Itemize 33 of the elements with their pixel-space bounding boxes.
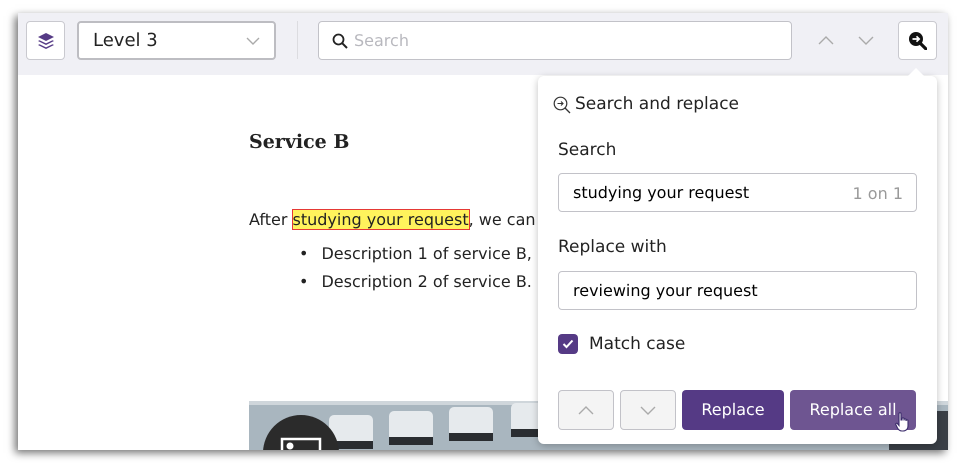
bullet: • — [299, 270, 308, 293]
bullet: • — [299, 242, 308, 265]
search-replace-button[interactable] — [898, 21, 937, 60]
field-label: Search — [558, 140, 616, 160]
checkbox[interactable] — [558, 334, 578, 354]
search-icon — [332, 33, 348, 49]
search-field[interactable]: Search — [318, 21, 792, 60]
list-item: Description 2 of service B. — [321, 270, 532, 293]
field-label: Replace with — [558, 237, 667, 257]
checkbox-label: Match case — [589, 332, 686, 356]
level-select[interactable]: Level 3 — [77, 21, 276, 60]
hand-cursor-icon — [895, 412, 909, 432]
previous-button[interactable] — [558, 390, 614, 430]
layers-button[interactable] — [26, 21, 65, 60]
list-item: Description 1 of service B, — [321, 242, 532, 265]
replace-button[interactable]: Replace — [682, 390, 784, 430]
search-icon — [908, 31, 927, 50]
chevron-up-icon — [818, 36, 834, 45]
chevron-down-icon — [640, 406, 656, 414]
match-count: 1 on 1 — [852, 183, 903, 205]
chevron-up-icon — [578, 406, 594, 414]
replace-input[interactable]: reviewing your request — [558, 270, 917, 310]
chevron-down-icon — [858, 36, 874, 45]
check-icon — [562, 339, 574, 350]
paragraph: After studying your request, we can — [249, 208, 536, 231]
chevron-down-icon — [246, 36, 260, 44]
replace-all-button[interactable]: Replace all — [790, 390, 916, 430]
next-button[interactable] — [620, 390, 676, 430]
search-icon — [553, 96, 571, 114]
section-heading: Service B — [249, 131, 350, 154]
panel-title: Search and replace — [575, 93, 740, 116]
layers-icon — [36, 32, 54, 50]
select-value: Level 3 — [93, 29, 158, 53]
